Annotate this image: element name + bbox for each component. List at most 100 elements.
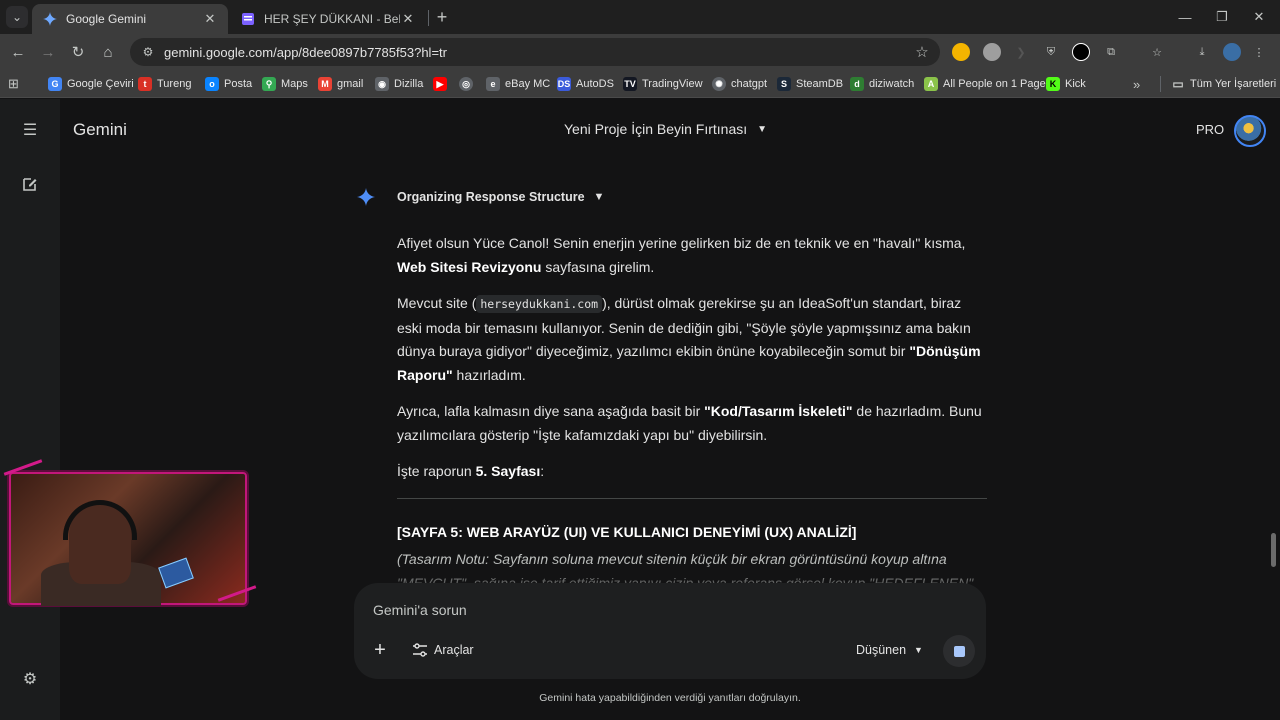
gemini-brand[interactable]: Gemini — [73, 120, 127, 140]
response-paragraph: Ayrıca, lafla kalmasın diye sana aşağıda… — [397, 403, 982, 443]
back-icon[interactable]: ← — [7, 41, 29, 63]
gemini-app: ☰ ⚙ Gemini Yeni Proje İçin Beyin Fırtına… — [0, 99, 1280, 720]
bookmark-separator — [1160, 76, 1161, 92]
stop-generating-button[interactable] — [943, 635, 975, 667]
new-chat-icon[interactable] — [18, 172, 42, 196]
docs-icon — [240, 11, 256, 27]
bookmark-dizilla[interactable]: ◉ Dizilla — [375, 75, 423, 93]
apps-grid-icon[interactable]: ⊞ — [8, 75, 19, 93]
bookmark-tradingview[interactable]: TV TradingView — [623, 75, 703, 93]
autods-icon: DS — [557, 77, 571, 91]
profile-avatar-icon[interactable] — [1223, 43, 1241, 61]
bookmark-all-people[interactable]: A All People on 1 Page — [924, 75, 1046, 93]
reading-list-icon[interactable]: ☆ — [1148, 43, 1166, 61]
all-bookmarks-folder[interactable]: ▭ Tüm Yer İşaretleri — [1171, 75, 1276, 93]
bookmark-ebay-mc[interactable]: e eBay MC — [486, 75, 550, 93]
folder-icon: ▭ — [1172, 77, 1184, 91]
site-info-icon[interactable]: ⚙ — [140, 44, 156, 60]
close-tab-icon[interactable]: ✕ — [202, 11, 218, 27]
tab-gemini[interactable]: Google Gemini ✕ — [32, 4, 228, 34]
extension-2-icon[interactable] — [983, 43, 1001, 61]
settings-gear-icon[interactable]: ⚙ — [18, 667, 42, 691]
webcam-overlay — [3, 459, 257, 606]
close-tab-icon[interactable]: ✕ — [400, 11, 416, 27]
handheld-device — [158, 557, 194, 589]
bookmark-posta[interactable]: o Posta — [205, 75, 252, 93]
bookmark-youtube[interactable]: ▶ — [433, 75, 452, 93]
frame-decoration — [217, 585, 257, 602]
model-mode-selector[interactable]: Düşünen ▼ — [856, 643, 923, 657]
tools-label: Araçlar — [434, 643, 474, 657]
side-rail: ☰ ⚙ — [0, 99, 60, 720]
bookmark-maps[interactable]: ⚲ Maps — [262, 75, 308, 93]
thinking-label: Organizing Response Structure — [397, 190, 585, 204]
more-bookmarks-icon[interactable]: » — [1133, 75, 1140, 93]
pro-badge: PRO — [1196, 122, 1225, 137]
steam-icon: S — [777, 77, 791, 91]
reload-icon[interactable]: ↻ — [67, 41, 89, 63]
response-paragraph: İşte raporun 5. Sayfası: — [397, 463, 545, 479]
tab-search-button[interactable]: ⌄ — [6, 6, 28, 28]
tab-strip: ⌄ Google Gemini ✕ HER ŞEY DÜKKANI - Belg… — [0, 0, 1280, 34]
download-icon[interactable]: ⤓ — [1193, 43, 1211, 61]
ebay-icon: e — [486, 77, 500, 91]
tab-title: HER ŞEY DÜKKANI - Belge — [264, 12, 400, 26]
inline-code: herseydukkani.com — [476, 295, 603, 313]
chatgpt-icon: ✺ — [712, 77, 726, 91]
bookmark-google-ceviri[interactable]: G Google Çeviri — [48, 75, 134, 93]
extension-4-icon[interactable] — [1072, 43, 1090, 61]
model-response: Afiyet olsun Yüce Canol! Senin enerjin y… — [397, 232, 987, 595]
browser-toolbar: ← → ↻ ⌂ ⚙ gemini.google.com/app/8dee0897… — [0, 34, 1280, 70]
gemini-spark-icon — [42, 11, 58, 27]
kick-icon: K — [1046, 77, 1060, 91]
bookmark-steamdb[interactable]: S SteamDB — [777, 75, 843, 93]
extension-3-icon[interactable]: ❯ — [1012, 43, 1030, 61]
prompt-input[interactable]: Gemini'a sorun — [373, 602, 467, 618]
tools-button[interactable]: Araçlar — [412, 643, 474, 657]
menu-hamburger-icon[interactable]: ☰ — [18, 118, 42, 142]
bookmark-autods[interactable]: DS AutoDS — [557, 75, 614, 93]
disclaimer: Gemini hata yapabildiğinden verdiği yanı… — [539, 692, 801, 704]
shield-icon[interactable]: ⛨ — [1042, 43, 1060, 61]
home-icon[interactable]: ⌂ — [97, 41, 119, 63]
translate-icon: G — [48, 77, 62, 91]
new-tab-button[interactable]: + — [432, 7, 452, 27]
response-paragraph: Afiyet olsun Yüce Canol! Senin enerjin y… — [397, 235, 966, 275]
url-text[interactable]: gemini.google.com/app/8dee0897b7785f53?h… — [164, 45, 912, 60]
bookmark-globe[interactable]: ◎ — [459, 75, 478, 93]
address-bar[interactable]: ⚙ gemini.google.com/app/8dee0897b7785f53… — [130, 38, 940, 66]
conversation-title-button[interactable]: Yeni Proje İçin Beyin Fırtınası ▼ — [564, 121, 767, 137]
bookmark-star-icon[interactable]: ☆ — [912, 43, 932, 61]
chevron-down-icon: ▼ — [914, 645, 923, 655]
bookmark-diziwatch[interactable]: d diziwatch — [850, 75, 914, 93]
headphones — [63, 500, 137, 540]
menu-kebab-icon[interactable]: ⋮ — [1250, 43, 1268, 61]
tab-docs[interactable]: HER ŞEY DÜKKANI - Belge ✕ — [230, 4, 426, 34]
scrollbar-thumb[interactable] — [1271, 533, 1276, 567]
restore-icon[interactable]: ❐ — [1207, 6, 1237, 28]
tureng-icon: t — [138, 77, 152, 91]
close-window-icon[interactable]: ✕ — [1244, 6, 1274, 28]
tab-separator — [428, 10, 429, 26]
chevron-down-icon: ▼ — [593, 191, 605, 203]
youtube-icon: ▶ — [433, 77, 447, 91]
conversation-title: Yeni Proje İçin Beyin Fırtınası — [564, 121, 748, 137]
extensions-puzzle-icon[interactable]: ⧉ — [1102, 43, 1120, 61]
divider — [397, 497, 987, 499]
dizilla-icon: ◉ — [375, 77, 389, 91]
extension-1-icon[interactable] — [952, 43, 970, 61]
mode-label: Düşünen — [856, 643, 907, 657]
thinking-header[interactable]: Organizing Response Structure ▼ — [356, 187, 604, 207]
people-icon: A — [924, 77, 938, 91]
bookmark-kick[interactable]: K Kick — [1046, 75, 1086, 93]
diziwatch-icon: d — [850, 77, 864, 91]
bookmark-chatgpt[interactable]: ✺ chatgpt — [712, 75, 767, 93]
bookmark-gmail[interactable]: Mgmail — [318, 75, 363, 93]
gemini-spark-icon — [356, 187, 376, 207]
forward-icon[interactable]: → — [37, 41, 59, 63]
bookmark-tureng[interactable]: t Tureng — [138, 75, 191, 93]
add-attachment-icon[interactable]: + — [370, 639, 390, 661]
user-avatar[interactable] — [1234, 115, 1266, 147]
response-paragraph: Mevcut site (herseydukkani.com), dürüst … — [397, 295, 981, 383]
minimize-icon[interactable]: — — [1170, 6, 1200, 28]
